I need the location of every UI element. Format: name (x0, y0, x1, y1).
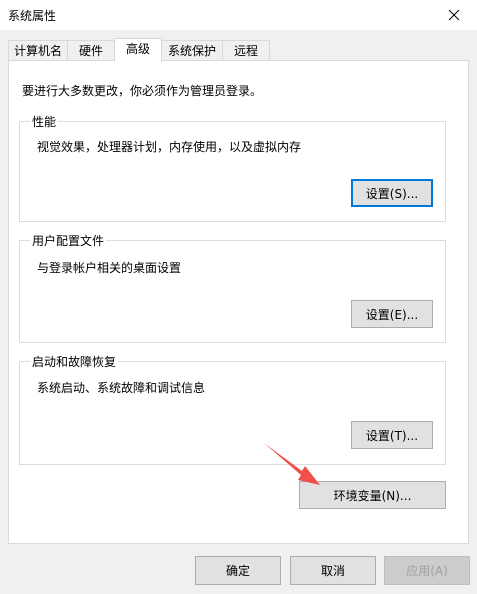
tab-hardware[interactable]: 硬件 (67, 40, 115, 60)
close-button[interactable] (431, 0, 477, 30)
tab-system-protection[interactable]: 系统保护 (161, 40, 223, 60)
close-icon (448, 9, 460, 21)
tab-computer-name[interactable]: 计算机名 (8, 40, 68, 60)
tab-advanced[interactable]: 高级 (114, 38, 162, 62)
tab-remote[interactable]: 远程 (222, 40, 270, 60)
ok-button[interactable]: 确定 (195, 556, 281, 585)
user-profiles-description: 与登录帐户相关的桌面设置 (37, 261, 182, 275)
apply-button[interactable]: 应用(A) (384, 556, 470, 585)
window-title: 系统属性 (8, 9, 57, 23)
startup-recovery-group-label: 启动和故障恢复 (30, 353, 119, 370)
user-profiles-group: 用户配置文件 与登录帐户相关的桌面设置 设置(E)... (19, 232, 446, 343)
performance-settings-button[interactable]: 设置(S)... (351, 179, 433, 207)
startup-recovery-description: 系统启动、系统故障和调试信息 (37, 381, 206, 395)
user-profiles-settings-button[interactable]: 设置(E)... (351, 300, 433, 328)
startup-recovery-group: 启动和故障恢复 系统启动、系统故障和调试信息 设置(T)... (19, 353, 446, 465)
title-bar: 系统属性 (0, 0, 477, 30)
performance-group-label: 性能 (30, 113, 59, 130)
startup-recovery-settings-button[interactable]: 设置(T)... (351, 421, 433, 449)
annotation-arrow (264, 443, 320, 485)
cancel-button[interactable]: 取消 (290, 556, 376, 585)
performance-description: 视觉效果，处理器计划，内存使用，以及虚拟内存 (37, 140, 302, 154)
user-profiles-group-label: 用户配置文件 (30, 232, 107, 249)
performance-group: 性能 视觉效果，处理器计划，内存使用，以及虚拟内存 设置(S)... (19, 113, 446, 222)
admin-notice: 要进行大多数更改，你必须作为管理员登录。 (22, 84, 263, 98)
